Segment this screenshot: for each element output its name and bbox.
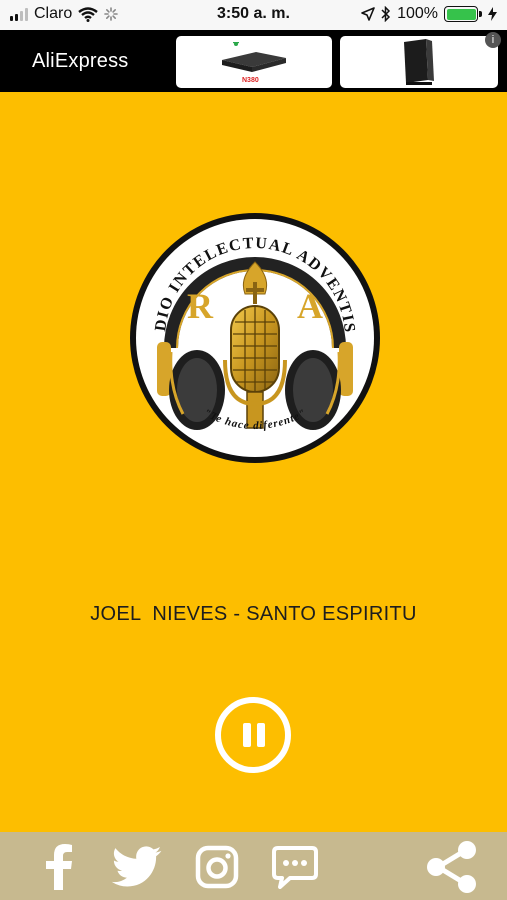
battery-icon [444, 6, 482, 22]
ad-banner[interactable]: AliExpress N380 i [0, 30, 507, 92]
status-bar: Claro 3:50 a. m. 100% [0, 0, 507, 30]
logo-letter-right: A [297, 286, 323, 326]
app-screen: Claro 3:50 a. m. 100% AliExpress N380 i … [0, 0, 507, 900]
location-icon [361, 7, 375, 21]
instagram-icon [195, 845, 239, 889]
chat-icon [272, 846, 318, 889]
instagram-button[interactable] [190, 840, 244, 894]
now-playing-title: JOEL NIEVES - SANTO ESPIRITU [90, 603, 417, 625]
share-button[interactable] [424, 840, 478, 894]
ad-info-icon[interactable]: i [485, 32, 501, 48]
logo-letter-left: R [187, 286, 214, 326]
social-bar [0, 832, 507, 900]
media-player-product-image [404, 39, 434, 85]
ad-brand-label[interactable]: AliExpress [32, 50, 128, 73]
facebook-button[interactable] [32, 840, 86, 894]
twitter-icon [111, 846, 162, 887]
battery-percent: 100% [397, 5, 438, 22]
bluetooth-icon [381, 6, 391, 22]
ad-product-label: N380 [242, 77, 259, 84]
charging-icon [488, 7, 497, 21]
facebook-icon [46, 844, 72, 890]
ad-product-card-1[interactable]: N380 [176, 36, 332, 88]
pause-button[interactable] [215, 697, 291, 773]
twitter-button[interactable] [110, 840, 164, 894]
station-logo: RADIO INTELECTUAL ADVENTISTA R A "Te hac… [120, 197, 383, 466]
ad-product-card-2[interactable] [340, 36, 498, 88]
share-icon [427, 841, 476, 893]
status-right: 100% [361, 5, 497, 23]
station-logo-graphic: RADIO INTELECTUAL ADVENTISTA R A "Te hac… [120, 197, 380, 463]
chat-button[interactable] [268, 840, 322, 894]
